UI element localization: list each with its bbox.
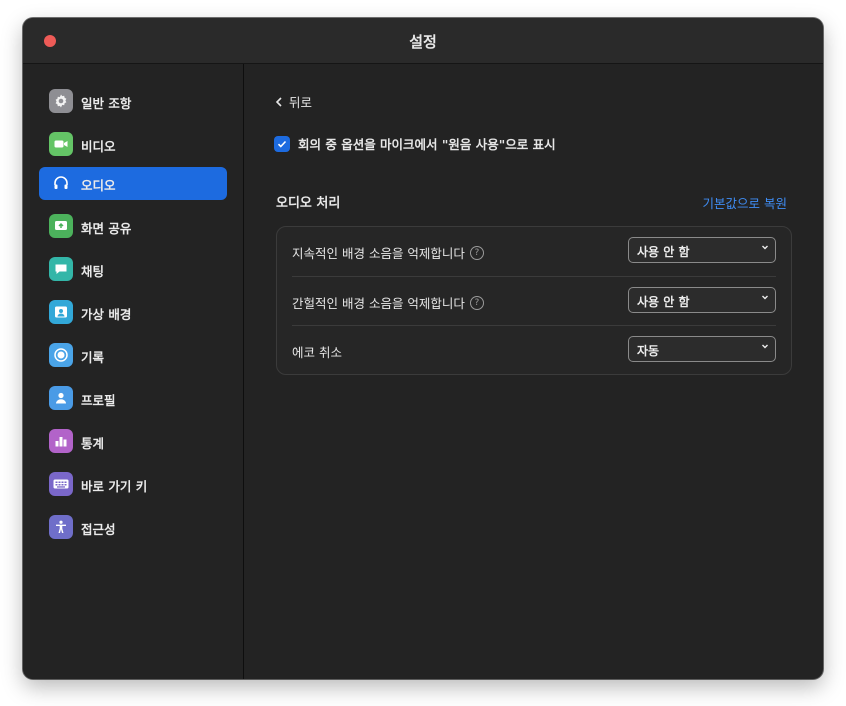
echo-cancellation-select[interactable]: 자동 xyxy=(628,336,776,362)
select-value: 자동 xyxy=(637,344,660,358)
original-sound-checkbox-label: 회의 중 옵션을 마이크에서 "원음 사용"으로 표시 xyxy=(298,137,556,152)
virtual-background-icon xyxy=(49,300,73,324)
sidebar-item-label: 화면 공유 xyxy=(81,221,132,236)
statistics-icon xyxy=(49,429,73,453)
sidebar-item-label: 프로필 xyxy=(81,393,116,408)
section-title: 오디오 처리 xyxy=(276,196,341,211)
sidebar-item-label: 오디오 xyxy=(81,178,116,193)
sidebar-item-label: 접근성 xyxy=(81,522,116,537)
select-value: 사용 안 함 xyxy=(637,245,690,259)
sidebar-item-label: 통계 xyxy=(81,436,105,451)
persistent-noise-select[interactable]: 사용 안 함 xyxy=(628,237,776,263)
screen-share-icon xyxy=(49,214,73,238)
sidebar-item-recording[interactable]: 기록 xyxy=(39,339,227,372)
sidebar-item-label: 기록 xyxy=(81,350,105,365)
gear-icon xyxy=(49,89,73,113)
audio-processing-panel: 지속적인 배경 소음을 억제합니다 ? 사용 안 함 간헐적인 배경 소음을 억… xyxy=(276,226,792,375)
sidebar-item-screen-share[interactable]: 화면 공유 xyxy=(39,210,227,243)
sidebar-item-audio[interactable]: 오디오 xyxy=(39,167,227,200)
chevron-down-icon xyxy=(762,295,768,300)
video-camera-icon xyxy=(49,132,73,156)
checkmark-icon xyxy=(277,140,287,148)
chevron-left-icon xyxy=(275,96,282,107)
restore-defaults-link[interactable]: 기본값으로 복원 xyxy=(703,193,787,212)
title-bar: 설정 xyxy=(23,18,823,64)
settings-sidebar: 일반 조항 비디오 오디오 화면 공유 채팅 가상 배경 기록 프로필 통계 바… xyxy=(23,64,244,679)
audio-settings-panel: 뒤로 회의 중 옵션을 마이크에서 "원음 사용"으로 표시 오디오 처리 기본… xyxy=(244,64,823,679)
sidebar-item-virtual-background[interactable]: 가상 배경 xyxy=(39,296,227,329)
chevron-down-icon xyxy=(762,245,768,250)
help-icon[interactable]: ? xyxy=(469,245,484,260)
chat-bubble-icon xyxy=(49,257,73,281)
intermittent-noise-row: 간헐적인 배경 소음을 억제합니다 ? 사용 안 함 xyxy=(292,276,776,326)
original-sound-checkbox[interactable] xyxy=(274,135,290,152)
select-value: 사용 안 함 xyxy=(637,295,690,309)
accessibility-icon xyxy=(49,515,73,539)
sidebar-item-label: 채팅 xyxy=(81,264,105,279)
record-icon xyxy=(49,343,73,367)
sidebar-item-general[interactable]: 일반 조항 xyxy=(39,85,227,118)
sidebar-item-label: 일반 조항 xyxy=(81,96,132,111)
intermittent-noise-select[interactable]: 사용 안 함 xyxy=(628,287,776,313)
back-label: 뒤로 xyxy=(289,95,313,110)
settings-window: 설정 일반 조항 비디오 오디오 화면 공유 채팅 가상 배경 기록 프로필 통… xyxy=(23,18,823,679)
persistent-noise-label: 지속적인 배경 소음을 억제합니다 xyxy=(292,246,465,261)
keyboard-icon xyxy=(49,472,73,496)
intermittent-noise-label: 간헐적인 배경 소음을 억제합니다 xyxy=(292,296,465,311)
persistent-noise-row: 지속적인 배경 소음을 억제합니다 ? 사용 안 함 xyxy=(292,227,776,276)
sidebar-item-label: 비디오 xyxy=(81,139,116,154)
sidebar-item-chat[interactable]: 채팅 xyxy=(39,253,227,286)
sidebar-item-accessibility[interactable]: 접근성 xyxy=(39,511,227,544)
echo-cancellation-label: 에코 취소 xyxy=(292,345,342,360)
window-title: 설정 xyxy=(409,33,437,51)
headphones-icon xyxy=(49,171,73,195)
help-icon[interactable]: ? xyxy=(469,295,484,310)
original-sound-option: 회의 중 옵션을 마이크에서 "원음 사용"으로 표시 xyxy=(274,134,556,153)
sidebar-item-video[interactable]: 비디오 xyxy=(39,128,227,161)
back-button[interactable]: 뒤로 xyxy=(275,92,312,111)
sidebar-item-label: 바로 가기 키 xyxy=(81,479,148,494)
profile-icon xyxy=(49,386,73,410)
sidebar-item-keyboard-shortcuts[interactable]: 바로 가기 키 xyxy=(39,468,227,501)
echo-cancellation-row: 에코 취소 자동 xyxy=(292,325,776,375)
sidebar-item-statistics[interactable]: 통계 xyxy=(39,425,227,458)
chevron-down-icon xyxy=(762,344,768,349)
sidebar-item-profile[interactable]: 프로필 xyxy=(39,382,227,415)
sidebar-item-label: 가상 배경 xyxy=(81,307,132,322)
